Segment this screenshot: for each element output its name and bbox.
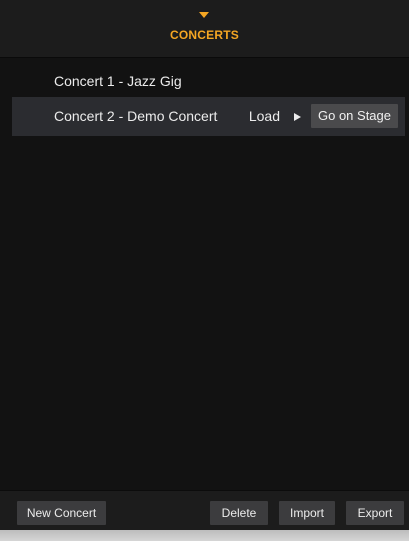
concerts-header: CONCERTS (0, 0, 409, 58)
concerts-panel: CONCERTS Concert 1 - Jazz Gig Concert 2 … (0, 0, 409, 541)
load-button[interactable]: Load (249, 108, 280, 124)
concert-name: Concert 2 - Demo Concert (54, 108, 218, 124)
concert-name: Concert 1 - Jazz Gig (54, 73, 182, 89)
go-on-stage-button[interactable]: Go on Stage (311, 104, 398, 128)
window-bottom-edge (0, 530, 409, 541)
panel-title[interactable]: CONCERTS (0, 28, 409, 42)
chevron-down-icon[interactable] (199, 12, 209, 18)
delete-button[interactable]: Delete (210, 501, 268, 525)
new-concert-button[interactable]: New Concert (17, 501, 106, 525)
play-icon (294, 113, 301, 121)
list-item[interactable]: Concert 1 - Jazz Gig (12, 62, 405, 101)
concert-list: Concert 1 - Jazz Gig Concert 2 - Demo Co… (0, 58, 409, 490)
import-button[interactable]: Import (279, 501, 335, 525)
export-button[interactable]: Export (346, 501, 404, 525)
footer-toolbar: New Concert Delete Import Export (0, 490, 409, 530)
list-item-selected[interactable]: Concert 2 - Demo Concert Load Go on Stag… (12, 97, 405, 136)
